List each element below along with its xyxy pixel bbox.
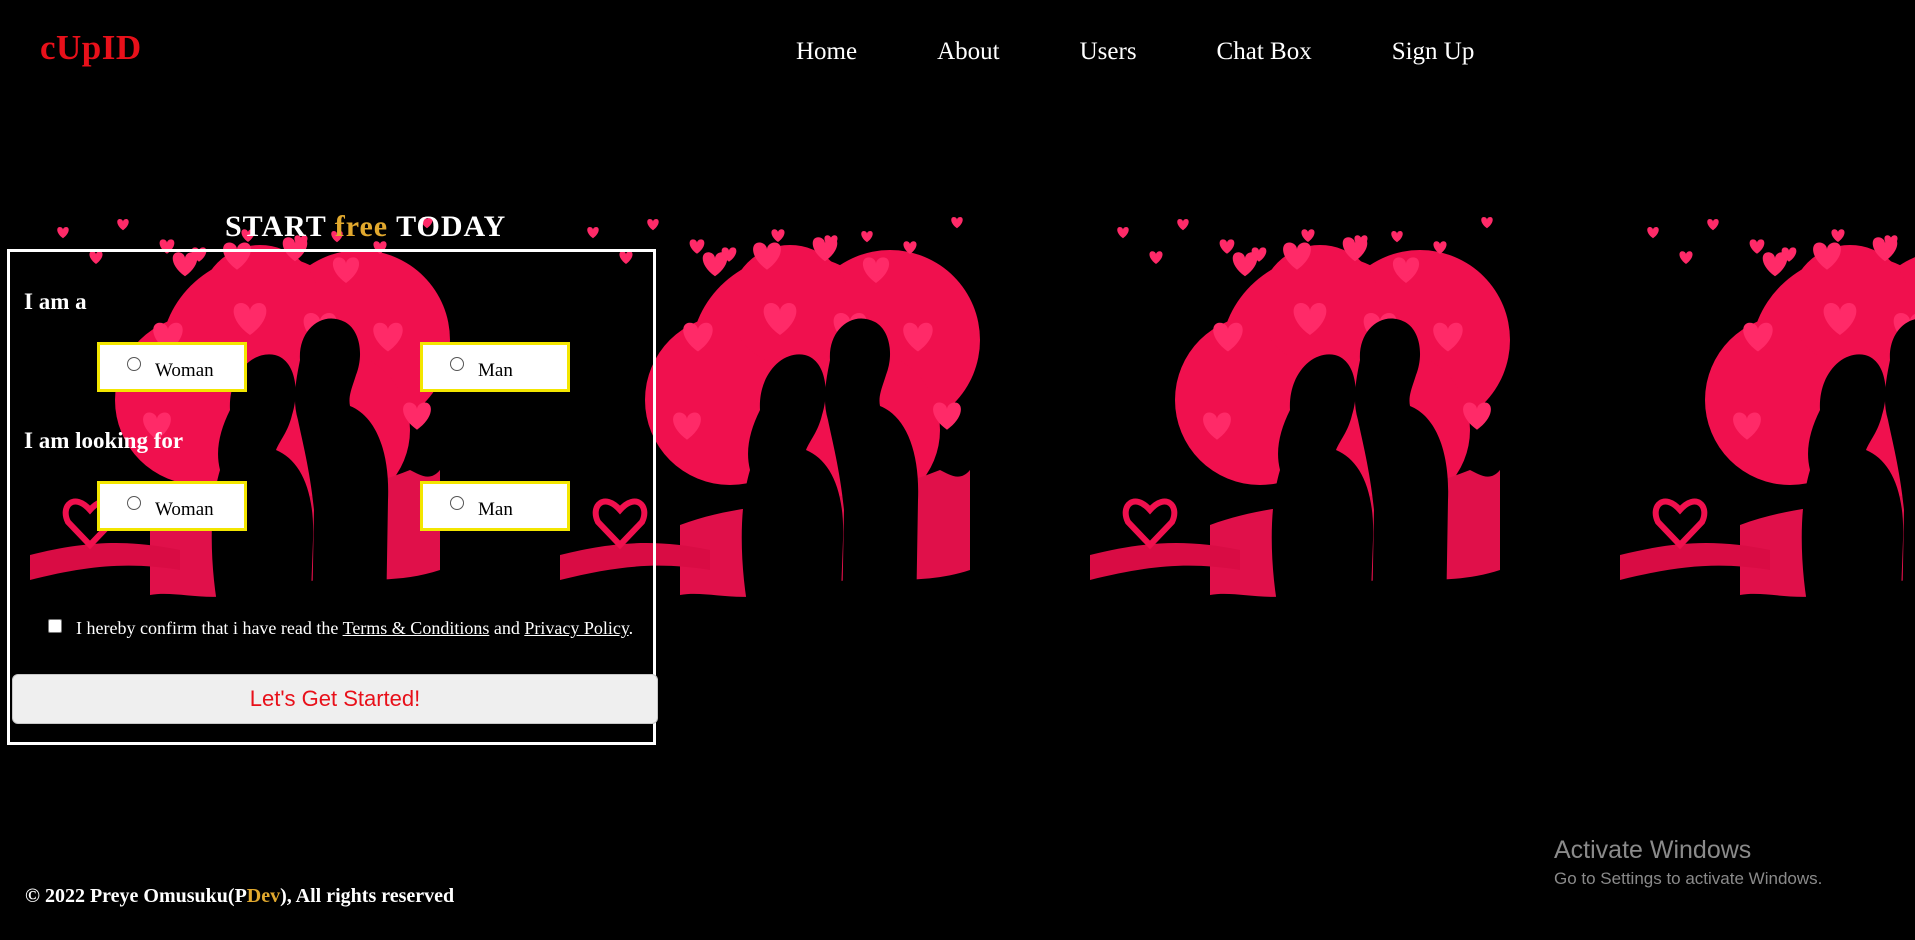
get-started-button[interactable]: Let's Get Started! [12,674,658,724]
main-nav: Home About Users Chat Box Sign Up [796,38,1474,66]
nav-home[interactable]: Home [796,38,857,66]
terms-confirm-row: I hereby confirm that i have read the Te… [48,618,633,639]
title-start: START [225,210,327,243]
radio-i-am-man[interactable] [450,357,464,371]
footer-dev: Dev [246,885,281,907]
title-end: TODAY [396,210,507,243]
nav-about[interactable]: About [937,38,1000,66]
i-am-label: I am a [24,289,87,314]
title-free: free [334,210,389,243]
footer-copyright: © 2022 Preye Omusuku(PDev), All rights r… [25,885,454,908]
option-label: Man [478,499,513,520]
option-label: Woman [155,360,214,381]
footer-post: ), All rights reserved [280,885,455,907]
i-am-man-option[interactable]: Man [420,342,570,392]
form-title: START free TODAY [225,210,506,244]
signup-form: I am a Woman Man I am looking for Woman … [7,249,658,745]
nav-users[interactable]: Users [1080,38,1137,66]
privacy-link[interactable]: Privacy Policy [524,618,628,638]
confirm-text: I hereby confirm that i have read the Te… [76,618,633,639]
nav-sign-up[interactable]: Sign Up [1392,38,1475,66]
terms-checkbox[interactable] [48,619,62,633]
terms-link[interactable]: Terms & Conditions [343,618,490,638]
i-am-woman-option[interactable]: Woman [97,342,247,392]
looking-for-man-option[interactable]: Man [420,481,570,531]
radio-looking-for-woman[interactable] [127,496,141,510]
footer-pre: © 2022 Preye Omusuku(P [25,885,247,907]
looking-for-woman-option[interactable]: Woman [97,481,247,531]
option-label: Woman [155,499,214,520]
radio-i-am-woman[interactable] [127,357,141,371]
nav-chat-box[interactable]: Chat Box [1217,38,1312,66]
activate-windows-watermark: Activate Windows Go to Settings to activ… [1554,836,1822,889]
watermark-title: Activate Windows [1554,836,1752,864]
option-label: Man [478,360,513,381]
brand-logo[interactable]: cUpID [40,28,142,68]
radio-looking-for-man[interactable] [450,496,464,510]
looking-for-label: I am looking for [24,428,184,453]
and-text: and [493,618,520,638]
watermark-subtitle: Go to Settings to activate Windows. [1554,869,1823,888]
period: . [628,618,634,638]
confirm-prefix: I hereby confirm that i have read the [76,618,339,638]
